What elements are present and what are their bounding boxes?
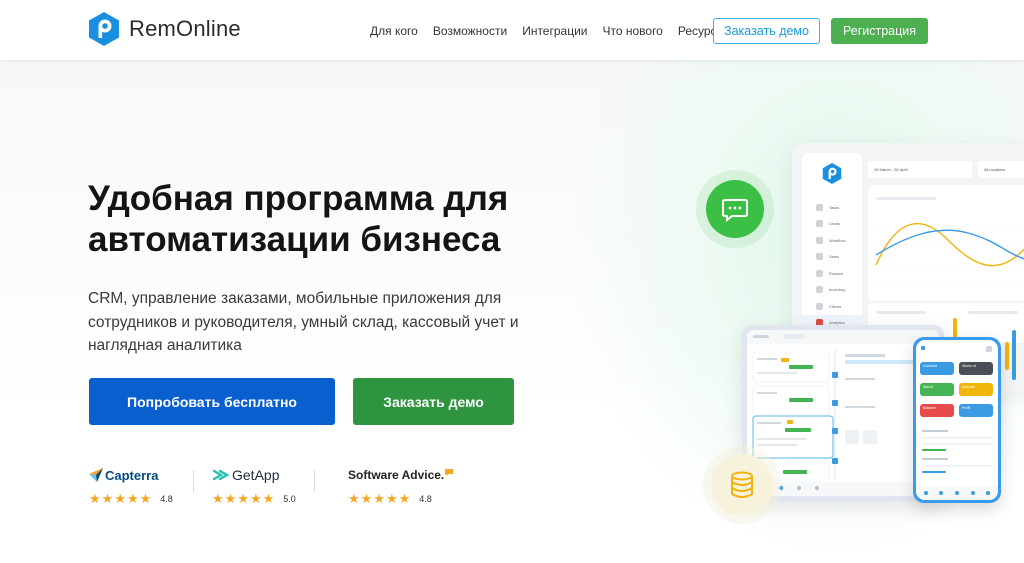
rating-divider: [314, 470, 315, 492]
chat-bubble: [706, 180, 764, 238]
mockup-bar: [1012, 330, 1016, 380]
mockup-bar: [1005, 342, 1009, 370]
rating-capterra[interactable]: Capterra ★ ★ ★ ★ ★ 4.8: [89, 466, 173, 505]
hero-title-line1: Удобная программа для: [88, 179, 509, 218]
database-bubble: [711, 454, 773, 516]
rating-getapp[interactable]: GetApp ★ ★ ★ ★ ★ 5.0: [212, 466, 296, 505]
star-icon: ★: [89, 491, 101, 506]
hero-subtitle: CRM, управление заказами, мобильные прил…: [88, 290, 519, 354]
star-icon: ★: [348, 491, 360, 506]
mockup-nav-leads: Leads: [802, 216, 862, 233]
register-button[interactable]: Регистрация: [831, 18, 928, 44]
remonline-logo-icon: [88, 12, 120, 46]
nav-link-whats-new[interactable]: Что нового: [602, 24, 662, 38]
brand-name: RemOnline: [129, 16, 241, 41]
hero-title-line2: автоматизации бизнеса: [88, 220, 501, 259]
star-icon: ★: [101, 491, 114, 506]
star-icon: ★: [114, 491, 126, 506]
getapp-icon: [212, 469, 230, 481]
star-half-icon: ★: [398, 491, 411, 506]
rating-divider: [193, 470, 194, 492]
phone-mockup: Checked Works of Saved Analysis Balance …: [913, 337, 1001, 503]
getapp-brand: GetApp: [212, 466, 296, 484]
mockup-location-filter: All locations: [978, 161, 1024, 178]
try-free-button[interactable]: Попробовать бесплатно: [89, 378, 335, 425]
capterra-stars: ★ ★ ★ ★ ★ 4.8: [89, 492, 173, 505]
mockup-nav-tasks: Tasks: [802, 199, 862, 216]
capterra-brand: Capterra: [89, 466, 173, 484]
tablet-screen: [747, 330, 939, 496]
mockup-nav-clients: Clients: [802, 298, 862, 315]
star-icon: ★: [237, 491, 249, 506]
phone-tile-analysis: Analysis: [959, 383, 993, 396]
mockup-nav-workflow: Workflow: [802, 232, 862, 249]
star-icon: ★: [360, 491, 373, 506]
mockup-line-chart: [868, 185, 1024, 301]
order-demo-button[interactable]: Заказать демо: [353, 378, 514, 425]
capterra-icon: [89, 468, 103, 482]
site-header: RemOnline Для кого Возможности Интеграци…: [0, 0, 1024, 60]
database-icon: [731, 471, 753, 498]
star-icon: ★: [249, 491, 262, 506]
nav-link-features[interactable]: Возможности: [433, 24, 507, 38]
software-advice-score: 4.8: [419, 493, 432, 504]
logo[interactable]: RemOnline: [88, 12, 241, 46]
header-demo-button[interactable]: Заказать демо: [713, 18, 820, 44]
mockup-nav-finance: Finance: [802, 265, 862, 282]
phone-screen: Checked Works of Saved Analysis Balance …: [916, 340, 998, 500]
mockup-nav-sales: Sales: [802, 249, 862, 266]
phone-tile-saved: Saved: [920, 383, 954, 396]
main-nav: Для кого Возможности Интеграции Что ново…: [370, 24, 740, 38]
software-advice-stars: ★ ★ ★ ★ ★ 4.8: [348, 492, 453, 505]
getapp-stars: ★ ★ ★ ★ ★ 5.0: [212, 492, 296, 505]
phone-tile-checked: Checked: [920, 362, 954, 375]
software-advice-brand: Software Advice.: [348, 466, 454, 484]
star-icon: ★: [212, 491, 224, 506]
nav-link-for-whom[interactable]: Для кого: [370, 24, 418, 38]
capterra-score: 4.8: [160, 493, 173, 504]
nav-link-integrations[interactable]: Интеграции: [522, 24, 587, 38]
star-half-icon: ★: [139, 491, 152, 506]
star-icon: ★: [385, 491, 398, 506]
phone-tile-works: Works of: [959, 362, 993, 375]
hero-title: Удобная программа для автоматизации бизн…: [88, 178, 588, 260]
star-icon: ★: [224, 491, 237, 506]
mockup-date-filter: 15 March - 30 April: [868, 161, 972, 178]
mockup-nav-inventory: Inventory: [802, 282, 862, 299]
speech-bubble-icon: [445, 468, 454, 476]
getapp-score: 5.0: [283, 493, 296, 504]
remonline-logo-icon: [822, 163, 842, 184]
phone-tile-profit: Profit: [959, 404, 993, 417]
star-icon: ★: [262, 491, 275, 506]
chat-icon: [722, 199, 748, 223]
star-icon: ★: [126, 491, 139, 506]
star-icon: ★: [373, 491, 385, 506]
rating-software-advice[interactable]: Software Advice. ★ ★ ★ ★ ★ 4.8: [348, 466, 454, 505]
phone-tile-balance: Balance: [920, 404, 954, 417]
